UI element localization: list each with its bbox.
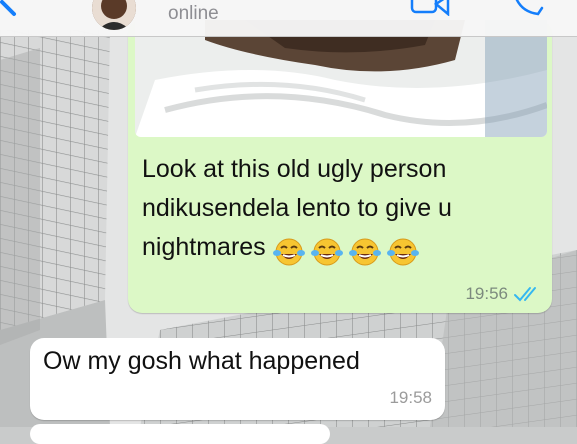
- message-line-3: nightmares: [142, 233, 266, 261]
- incoming-message-bubble[interactable]: Ow my gosh what happened 19:58: [30, 338, 445, 420]
- contact-avatar[interactable]: [92, 0, 136, 30]
- incoming-message-time: 19:58: [389, 388, 432, 407]
- tears-of-joy-emoji-icon: [272, 238, 305, 266]
- tears-of-joy-emoji-icon: [348, 238, 381, 266]
- double-check-read-icon: [514, 287, 536, 302]
- incoming-message-text: Ow my gosh what happened: [43, 347, 360, 375]
- phone-call-icon[interactable]: [512, 0, 552, 16]
- tears-of-joy-emoji-icon: [310, 238, 343, 266]
- tears-of-joy-emoji-icon: [386, 238, 419, 266]
- outgoing-message-text: Look at this old ugly person ndikusendela…: [142, 150, 542, 271]
- message-line-1: Look at this old ugly person: [142, 155, 447, 183]
- chat-header: online: [0, 0, 577, 37]
- attached-photo[interactable]: [135, 20, 547, 137]
- contact-status: online: [168, 3, 219, 24]
- partial-message-bubble[interactable]: [30, 424, 330, 444]
- emoji-row: [272, 232, 425, 271]
- back-chevron-icon[interactable]: [0, 0, 30, 22]
- message-line-2: ndikusendela lento to give u: [142, 194, 452, 222]
- outgoing-message-bubble[interactable]: Look at this old ugly person ndikusendela…: [128, 20, 552, 313]
- video-call-icon[interactable]: [410, 0, 450, 16]
- outgoing-message-time: 19:56: [465, 284, 508, 303]
